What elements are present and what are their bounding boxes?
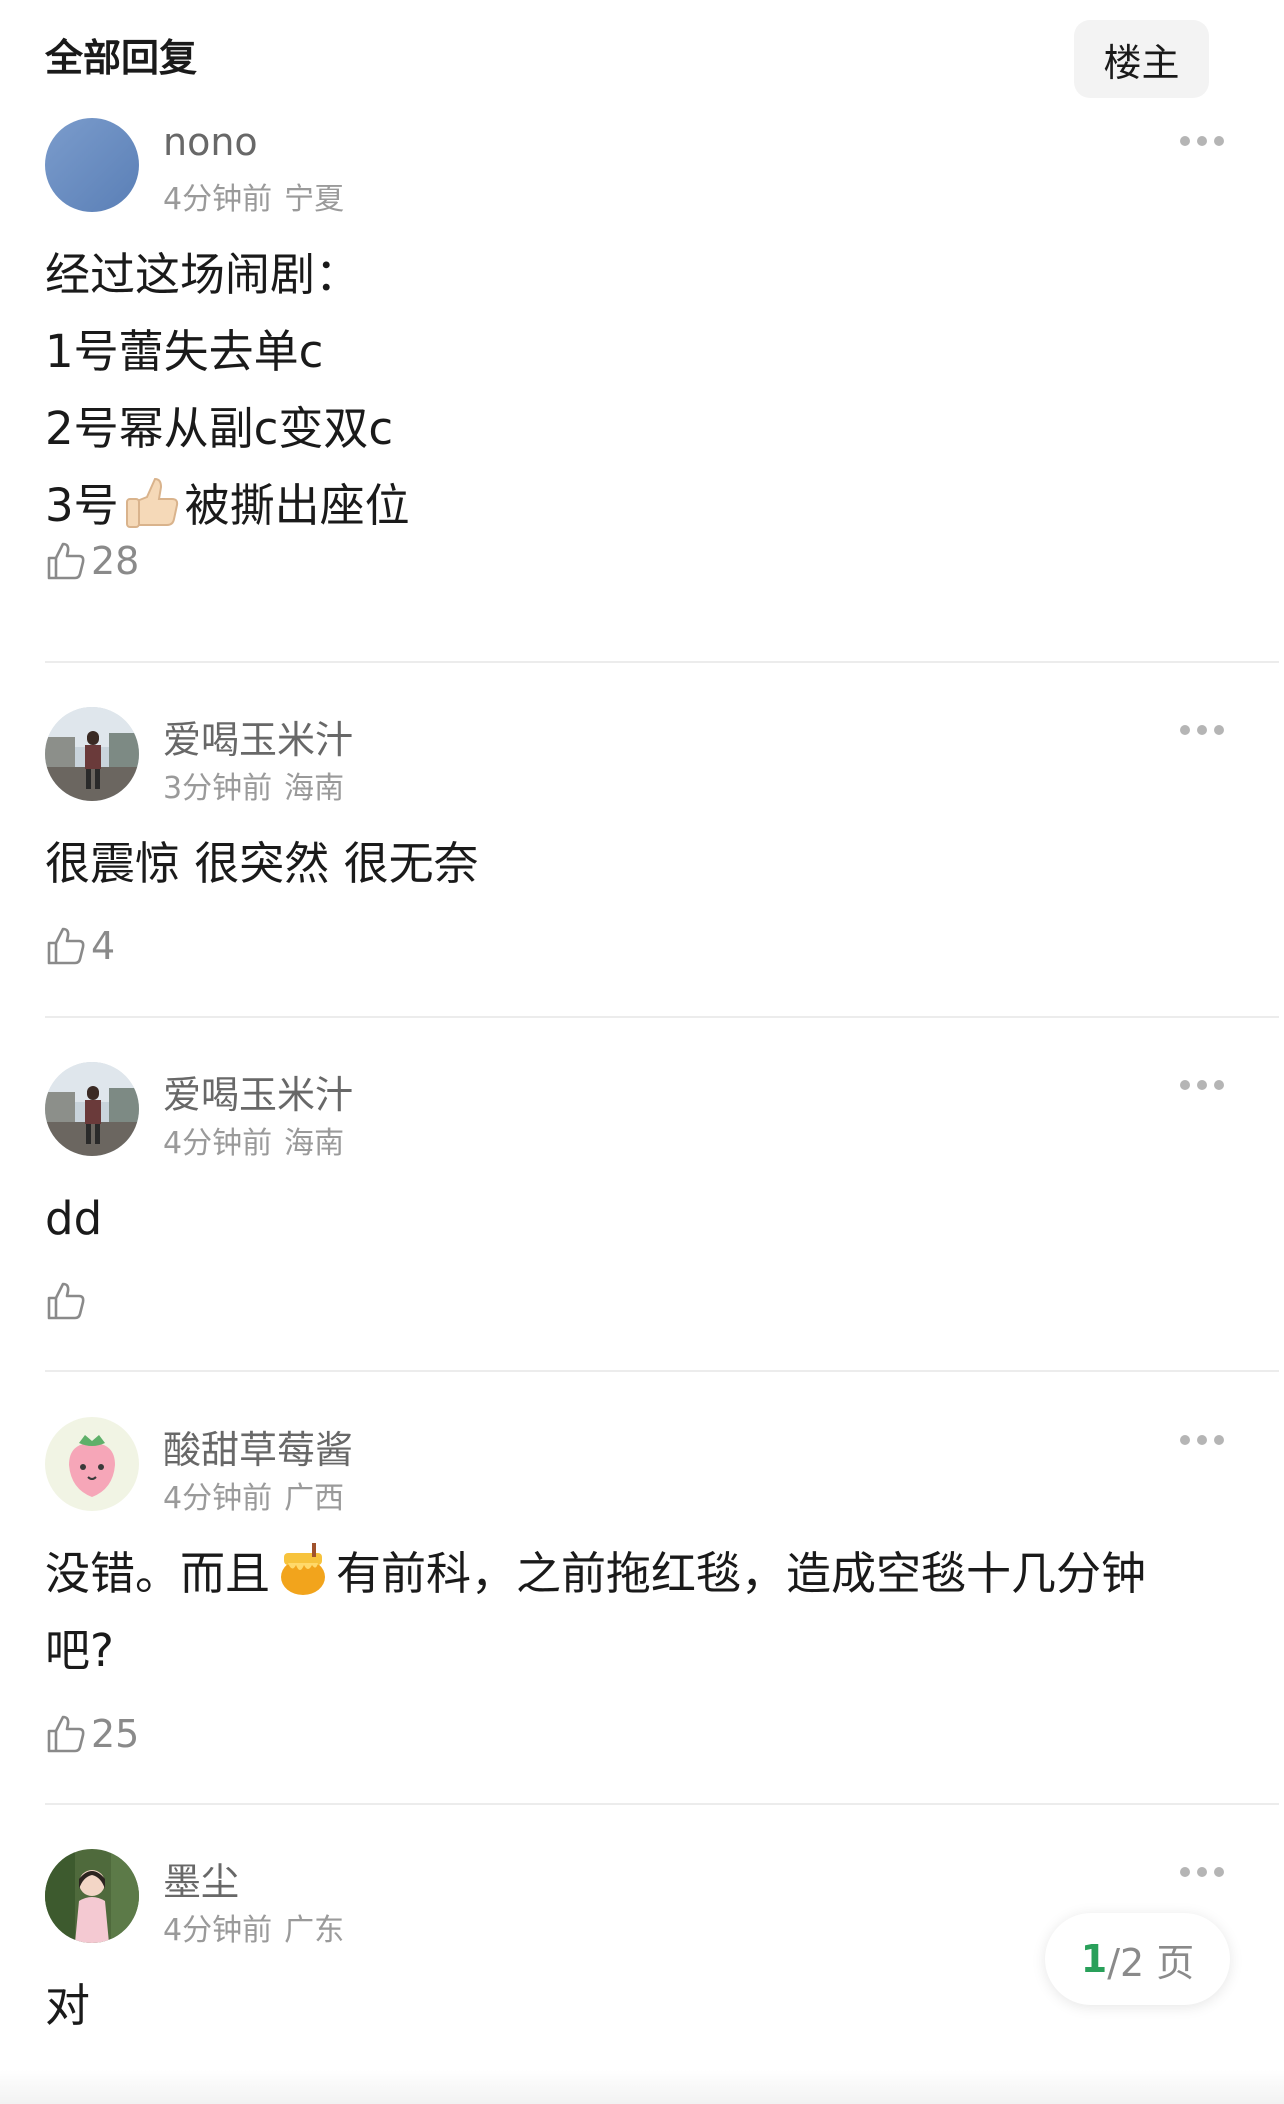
- comment-meta: 3分钟前 海南: [163, 763, 344, 807]
- like-count: 25: [91, 1712, 140, 1756]
- blue-gradient-avatar-icon: [45, 118, 139, 212]
- avatar[interactable]: [45, 118, 139, 212]
- page-indicator-button[interactable]: 1/2 页: [1045, 1913, 1230, 2005]
- comment-body: 对: [45, 1967, 1225, 2044]
- strawberry-avatar-icon: [45, 1417, 139, 1511]
- street-photo-avatar-icon: [45, 707, 139, 801]
- like-button[interactable]: 25: [45, 1709, 139, 1759]
- comment-time: 4分钟前: [163, 182, 273, 217]
- thumbs-up-icon: [47, 927, 85, 965]
- replies-header: 全部回复 楼主: [45, 20, 1239, 100]
- like-count: 4: [91, 924, 116, 968]
- comment-text-segment: 被撕出座位: [184, 479, 410, 532]
- comment-line-with-emoji: 没错。而且 有前科，之前拖红毯，造成空毯十几分钟: [45, 1535, 1225, 1612]
- comment-time: 4分钟前: [163, 1481, 273, 1516]
- comment-divider: [45, 1370, 1279, 1372]
- comment-body: 经过这场闹剧： 1号蕾失去单c 2号幂从副c变双c 3号 被撕出座位: [45, 236, 1225, 544]
- comments-page: 全部回复 楼主 nono 4分钟前 宁夏 经过这场闹剧： 1号蕾失去单c 2号幂…: [0, 0, 1284, 2104]
- comment-item: 爱喝玉米汁 4分钟前 海南 dd: [45, 1062, 1279, 1342]
- comment-line: 1号蕾失去单c: [45, 325, 324, 378]
- comment-meta: 4分钟前 广西: [163, 1473, 344, 1517]
- avatar[interactable]: [45, 1849, 139, 1943]
- comment-divider: [45, 1803, 1279, 1805]
- thumbs-up-icon: [47, 1282, 85, 1320]
- comment-line: dd: [45, 1192, 103, 1245]
- current-page: 1: [1080, 1937, 1108, 1981]
- thumbs-up-icon: [47, 542, 85, 580]
- comment-time: 4分钟前: [163, 1126, 273, 1161]
- like-button[interactable]: 4: [45, 921, 115, 971]
- comment-meta: 4分钟前 宁夏: [163, 174, 344, 218]
- comment-item: 酸甜草莓酱 4分钟前 广西 没错。而且 有前科，之前拖红毯，造成空毯十几分钟 吧? …: [45, 1417, 1279, 1777]
- comment-location: 海南: [284, 771, 345, 806]
- comment-location: 宁夏: [284, 182, 345, 217]
- avatar[interactable]: [45, 1417, 139, 1511]
- comment-meta: 4分钟前 海南: [163, 1118, 344, 1162]
- more-options-icon[interactable]: [1177, 1070, 1227, 1100]
- bottom-edge: [0, 2070, 1284, 2104]
- more-options-icon[interactable]: [1177, 1857, 1227, 1887]
- more-options-icon[interactable]: [1177, 715, 1227, 745]
- comment-line: 很震惊 很突然 很无奈: [45, 837, 479, 890]
- more-options-icon[interactable]: [1177, 126, 1227, 156]
- comment-body: 很震惊 很突然 很无奈: [45, 825, 1225, 902]
- like-button[interactable]: [45, 1276, 91, 1326]
- comment-location: 广西: [284, 1481, 345, 1516]
- comment-text-segment: 没错。而且: [45, 1547, 271, 1600]
- avatar[interactable]: [45, 707, 139, 801]
- like-count: 28: [91, 539, 140, 583]
- thumbs-up-icon: [47, 1715, 85, 1753]
- owner-only-button[interactable]: 楼主: [1074, 20, 1209, 98]
- comment-line: 吧?: [45, 1624, 114, 1677]
- total-pages: /2 页: [1107, 1940, 1195, 1985]
- like-button[interactable]: 28: [45, 536, 139, 586]
- username[interactable]: 酸甜草莓酱: [163, 1419, 353, 1474]
- comment-line: 经过这场闹剧：: [45, 248, 361, 301]
- honey-pot-emoji-icon: [274, 1541, 332, 1622]
- username[interactable]: 爱喝玉米汁: [163, 1064, 353, 1119]
- comment-body: dd: [45, 1180, 1225, 1257]
- street-photo-avatar-icon: [45, 1062, 139, 1156]
- comment-location: 海南: [284, 1126, 345, 1161]
- username[interactable]: 墨尘: [163, 1851, 239, 1906]
- all-replies-title: 全部回复: [45, 36, 198, 80]
- comment-location: 广东: [284, 1913, 345, 1948]
- comment-divider: [45, 1016, 1279, 1018]
- username[interactable]: nono: [163, 120, 258, 164]
- comment-text-segment: 3号: [45, 479, 119, 532]
- comment-time: 3分钟前: [163, 771, 273, 806]
- comment-item: nono 4分钟前 宁夏 经过这场闹剧： 1号蕾失去单c 2号幂从副c变双c 3号…: [45, 118, 1279, 618]
- comment-divider: [45, 661, 1279, 663]
- more-options-icon[interactable]: [1177, 1425, 1227, 1455]
- comment-line: 2号幂从副c变双c: [45, 402, 394, 455]
- comment-line: 对: [45, 1979, 91, 2032]
- username[interactable]: 爱喝玉米汁: [163, 709, 353, 764]
- avatar[interactable]: [45, 1062, 139, 1156]
- comment-meta: 4分钟前 广东: [163, 1905, 344, 1949]
- comment-time: 4分钟前: [163, 1913, 273, 1948]
- comment-line-with-emoji: 3号 被撕出座位: [45, 467, 1225, 544]
- comment-body: 没错。而且 有前科，之前拖红毯，造成空毯十几分钟 吧?: [45, 1535, 1225, 1689]
- girl-photo-avatar-icon: [45, 1849, 139, 1943]
- comment-text-segment: 有前科，之前拖红毯，造成空毯十几分钟: [336, 1547, 1147, 1600]
- comment-item: 爱喝玉米汁 3分钟前 海南 很震惊 很突然 很无奈 4: [45, 707, 1279, 987]
